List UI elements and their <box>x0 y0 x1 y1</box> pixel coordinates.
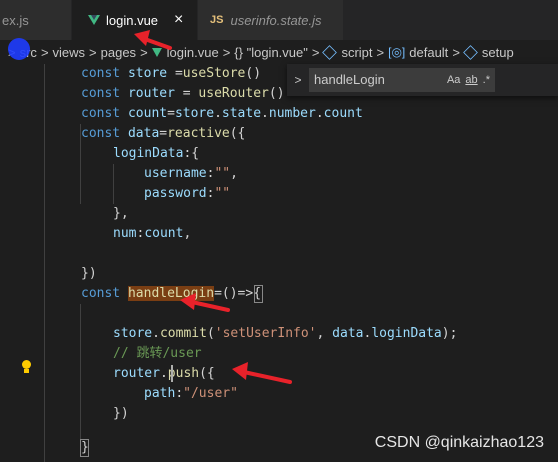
watermark: CSDN @qinkaizhao123 <box>374 434 544 451</box>
find-match-highlight: handleLogin <box>127 286 215 301</box>
close-icon[interactable]: × <box>174 11 183 29</box>
indent-guide <box>44 64 45 462</box>
breadcrumb-item-views[interactable]: views <box>53 45 86 60</box>
code-line: const router = useRouter() <box>81 86 285 101</box>
code-line: username:"", <box>144 166 238 181</box>
bracket-match <box>80 439 89 457</box>
match-case-toggle[interactable]: Aa <box>447 69 460 91</box>
breadcrumb-label: login.vue <box>166 44 219 60</box>
breadcrumb-item-default[interactable]: [◎] default <box>388 45 448 60</box>
bracket-match <box>254 285 263 303</box>
tab-bar: ex.js login.vue × JS userinfo.state.js <box>0 0 558 40</box>
toggle-replace-button[interactable]: > <box>287 73 309 87</box>
chevron-right-icon: > <box>140 44 148 60</box>
chevron-right-icon: > <box>452 44 460 60</box>
field-icon: [◎] <box>388 45 406 59</box>
breadcrumb-item-pages[interactable]: pages <box>101 45 136 60</box>
vue-icon <box>151 47 162 57</box>
find-input[interactable]: handleLogin Aa ab .* <box>309 68 495 92</box>
chevron-right-icon: > <box>376 44 385 60</box>
js-icon: JS <box>210 14 224 26</box>
match-whole-word-toggle[interactable]: ab <box>465 69 477 91</box>
code-line: store.commit('setUserInfo', data.loginDa… <box>113 326 458 341</box>
code-editor[interactable]: const store =useStore() const router = u… <box>0 64 558 462</box>
code-line: const store =useStore() <box>81 66 262 81</box>
code-line: }) <box>81 266 97 281</box>
breadcrumb-item-script[interactable]: script <box>322 44 373 60</box>
text-cursor <box>171 365 173 382</box>
chevron-right-icon: > <box>40 44 49 60</box>
chevron-right-icon: > <box>311 44 320 60</box>
breadcrumb: > src > views > pages > login.vue > {} "… <box>0 40 558 64</box>
tab-label: login.vue <box>106 12 159 28</box>
regex-toggle[interactable]: .* <box>483 69 490 91</box>
code-line: const count=store.state.number.count <box>81 106 363 121</box>
breadcrumb-label: script <box>341 44 373 60</box>
vue-icon <box>88 15 100 25</box>
chevron-right-icon: > <box>89 44 97 60</box>
code-line: router.push({ <box>113 366 215 381</box>
chevron-right-icon: > <box>222 44 231 60</box>
cube-icon <box>322 44 338 60</box>
code-line: const handleLogin=()=>{ <box>81 286 262 301</box>
breadcrumb-item-login-vue[interactable]: login.vue <box>151 44 219 60</box>
cube-icon <box>463 44 478 60</box>
code-line: const data=reactive({ <box>81 126 246 141</box>
breadcrumb-label: default <box>409 44 449 60</box>
tab-label: ex.js <box>2 12 29 28</box>
breadcrumb-label: setup <box>481 44 514 60</box>
code-line: path:"/user" <box>144 386 238 401</box>
code-line: // 跳转/user <box>113 346 202 361</box>
lightbulb-icon[interactable] <box>22 360 31 373</box>
tab-login-vue[interactable]: login.vue × <box>72 0 198 40</box>
breadcrumb-item-module[interactable]: {} "login.vue" <box>234 45 308 60</box>
code-line: password:"" <box>144 186 231 201</box>
code-line: loginData:{ <box>113 146 200 161</box>
tab-label: userinfo.state.js <box>230 12 322 28</box>
code-line: }, <box>113 206 129 221</box>
tab-index-js[interactable]: ex.js <box>0 0 72 40</box>
find-query: handleLogin <box>314 72 385 87</box>
mouse-cursor-icon <box>8 38 30 60</box>
indent-guide <box>80 304 81 444</box>
code-line: }) <box>113 406 129 421</box>
breadcrumb-item-setup[interactable]: setup <box>463 44 514 60</box>
code-line: num:count, <box>113 226 192 241</box>
tab-userinfo-state-js[interactable]: JS userinfo.state.js <box>198 0 344 40</box>
find-widget: > handleLogin Aa ab .* <box>287 64 558 96</box>
indent-guide <box>113 164 114 204</box>
